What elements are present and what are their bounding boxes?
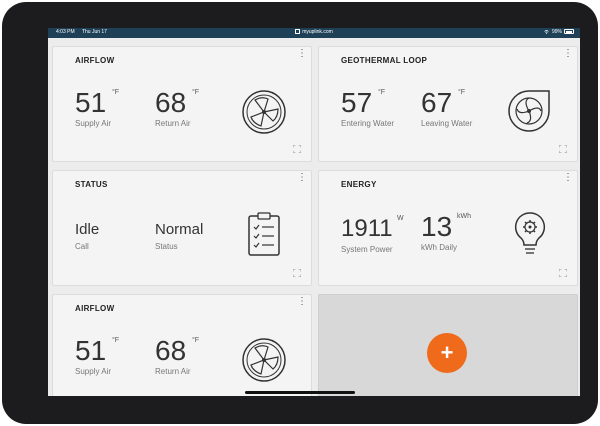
leaving-water-metric: 67 °F Leaving Water [421, 87, 473, 129]
card-menu-icon[interactable]: ⋮ [297, 49, 307, 64]
airflow-card-2[interactable]: AIRFLOW ⋮ 51 °F Supply Air 68 °F Return … [52, 294, 312, 396]
system-power-metric: 1911 W System Power [341, 215, 404, 254]
wifi-icon [544, 29, 549, 34]
energy-card[interactable]: ENERGY ⋮ 1911 W System Power 13 kWh kWh … [318, 170, 578, 286]
url-bar[interactable]: myuplink.com [48, 29, 580, 35]
card-menu-icon[interactable]: ⋮ [297, 297, 307, 312]
supply-air-metric: 51 °F Supply Air [75, 87, 120, 129]
entering-water-metric: 57 °F Entering Water [341, 87, 395, 129]
pump-icon [508, 90, 550, 132]
card-title: STATUS [75, 180, 108, 189]
geothermal-loop-card[interactable]: GEOTHERMAL LOOP ⋮ 57 °F Entering Water 6… [318, 46, 578, 162]
card-menu-icon[interactable]: ⋮ [297, 173, 307, 188]
call-metric: Idle Call [75, 221, 100, 251]
home-indicator[interactable] [245, 391, 355, 394]
status-card[interactable]: STATUS ⋮ Idle Call Normal Status [52, 170, 312, 286]
kwh-daily-metric: 13 kWh kWh Daily [421, 211, 471, 253]
card-title: GEOTHERMAL LOOP [341, 56, 428, 65]
expand-icon[interactable] [293, 145, 301, 153]
card-title: AIRFLOW [75, 56, 115, 65]
card-title: ENERGY [341, 180, 377, 189]
app-screen: 4:03 PM Thu Jun 17 myuplink.com 99% AIRF… [48, 28, 580, 396]
expand-icon[interactable] [559, 269, 567, 277]
supply-air-metric: 51 °F Supply Air [75, 335, 120, 377]
battery-icon [564, 29, 574, 35]
fan-icon [242, 338, 286, 382]
add-widget-button[interactable]: + [427, 333, 467, 373]
card-menu-icon[interactable]: ⋮ [563, 173, 573, 188]
lock-icon [295, 29, 301, 35]
url-text: myuplink.com [302, 29, 333, 35]
expand-icon[interactable] [559, 145, 567, 153]
fan-icon [242, 90, 286, 134]
clipboard-icon [248, 212, 280, 256]
return-air-metric: 68 °F Return Air [155, 87, 200, 129]
lightbulb-gear-icon [514, 212, 546, 254]
expand-icon[interactable] [293, 269, 301, 277]
card-title: AIRFLOW [75, 304, 115, 313]
return-air-metric: 68 °F Return Air [155, 335, 200, 377]
battery-percent: 99% [551, 29, 562, 35]
status-metric: Normal Status [155, 221, 204, 251]
airflow-card[interactable]: AIRFLOW ⋮ 51 °F Supply Air 68 °F Return … [52, 46, 312, 162]
card-menu-icon[interactable]: ⋮ [563, 49, 573, 64]
add-widget-card[interactable]: + [318, 294, 578, 396]
status-bar: 4:03 PM Thu Jun 17 myuplink.com 99% [48, 28, 580, 38]
